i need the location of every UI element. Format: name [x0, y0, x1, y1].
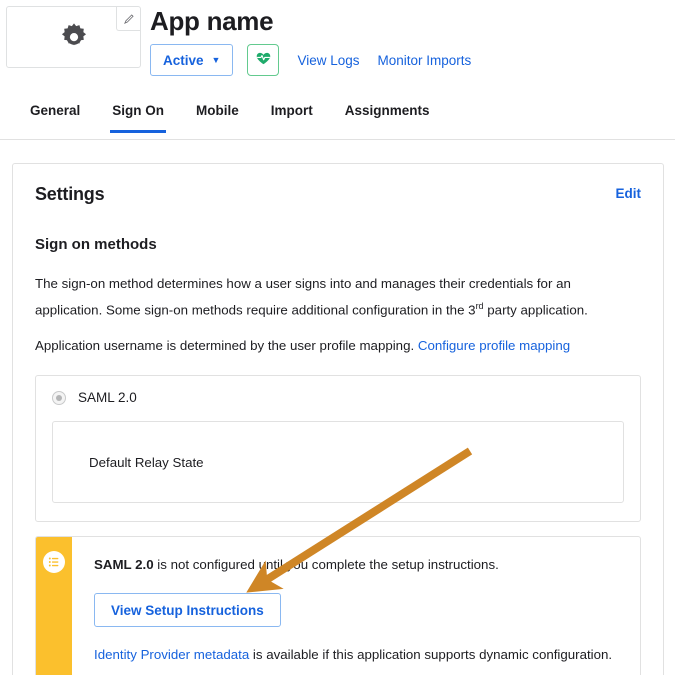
saml-method-panel: SAML 2.0 Default Relay State: [35, 375, 641, 523]
sign-on-methods-heading: Sign on methods: [35, 236, 157, 253]
callout-notice-rest: is not configured until you complete the…: [153, 557, 499, 573]
chevron-down-icon: ▼: [211, 54, 221, 65]
status-badge-label: Active: [163, 52, 204, 68]
username-description-text: Application username is determined by th…: [35, 338, 418, 354]
saml-radio-label: SAML 2.0: [78, 390, 137, 406]
header-actions: Active ▼ View Logs Monitor Imports: [150, 44, 471, 76]
tab-import[interactable]: Import: [255, 100, 329, 132]
list-info-icon: [43, 551, 65, 574]
page-title: App name: [150, 6, 274, 36]
app-health-button[interactable]: [247, 44, 280, 76]
description-part-2: party application.: [483, 302, 588, 318]
callout-body: SAML 2.0 is not configured until you com…: [72, 537, 640, 675]
saml-radio-row[interactable]: SAML 2.0: [36, 390, 640, 405]
status-dropdown-button[interactable]: Active ▼: [150, 44, 234, 76]
edit-settings-link[interactable]: Edit: [616, 186, 642, 201]
setup-instructions-callout: SAML 2.0 is not configured until you com…: [35, 536, 641, 675]
tab-mobile[interactable]: Mobile: [180, 100, 255, 132]
default-relay-state-field[interactable]: Default Relay State: [52, 421, 624, 504]
default-relay-state-label: Default Relay State: [89, 454, 204, 470]
ordinal-suffix: rd: [475, 301, 484, 311]
settings-title: Settings: [35, 184, 105, 204]
configure-profile-mapping-link[interactable]: Configure profile mapping: [418, 338, 570, 353]
settings-card-header: Settings Edit: [13, 164, 663, 210]
view-logs-link[interactable]: View Logs: [297, 53, 359, 68]
application-username-description: Application username is determined by th…: [35, 335, 610, 357]
sign-on-method-description: The sign-on method determines how a user…: [35, 273, 610, 321]
monitor-imports-link[interactable]: Monitor Imports: [378, 53, 472, 68]
tab-bar: General Sign On Mobile Import Assignment…: [0, 100, 675, 140]
identity-provider-metadata-link[interactable]: Identity Provider metadata: [94, 647, 249, 662]
app-page: App name Active ▼ View Logs Monitor Impo…: [0, 0, 675, 675]
callout-footer-rest: is available if this application support…: [249, 647, 613, 663]
pencil-icon[interactable]: [116, 7, 140, 31]
tab-general[interactable]: General: [14, 100, 96, 132]
settings-card: Settings Edit Sign on methods The sign-o…: [12, 163, 664, 675]
callout-notice: SAML 2.0 is not configured until you com…: [94, 555, 620, 575]
health-heart-icon: [256, 52, 271, 68]
app-logo-box[interactable]: [6, 6, 141, 68]
callout-footer: Identity Provider metadata is available …: [94, 645, 620, 665]
app-header: App name Active ▼ View Logs Monitor Impo…: [0, 0, 675, 98]
gear-icon: [57, 18, 91, 57]
callout-accent-bar: [36, 537, 72, 675]
tab-sign-on[interactable]: Sign On: [96, 100, 180, 133]
tab-assignments[interactable]: Assignments: [329, 100, 446, 132]
view-setup-instructions-button[interactable]: View Setup Instructions: [94, 593, 281, 628]
callout-notice-bold: SAML 2.0: [94, 557, 154, 573]
radio-button-saml[interactable]: [52, 390, 66, 405]
